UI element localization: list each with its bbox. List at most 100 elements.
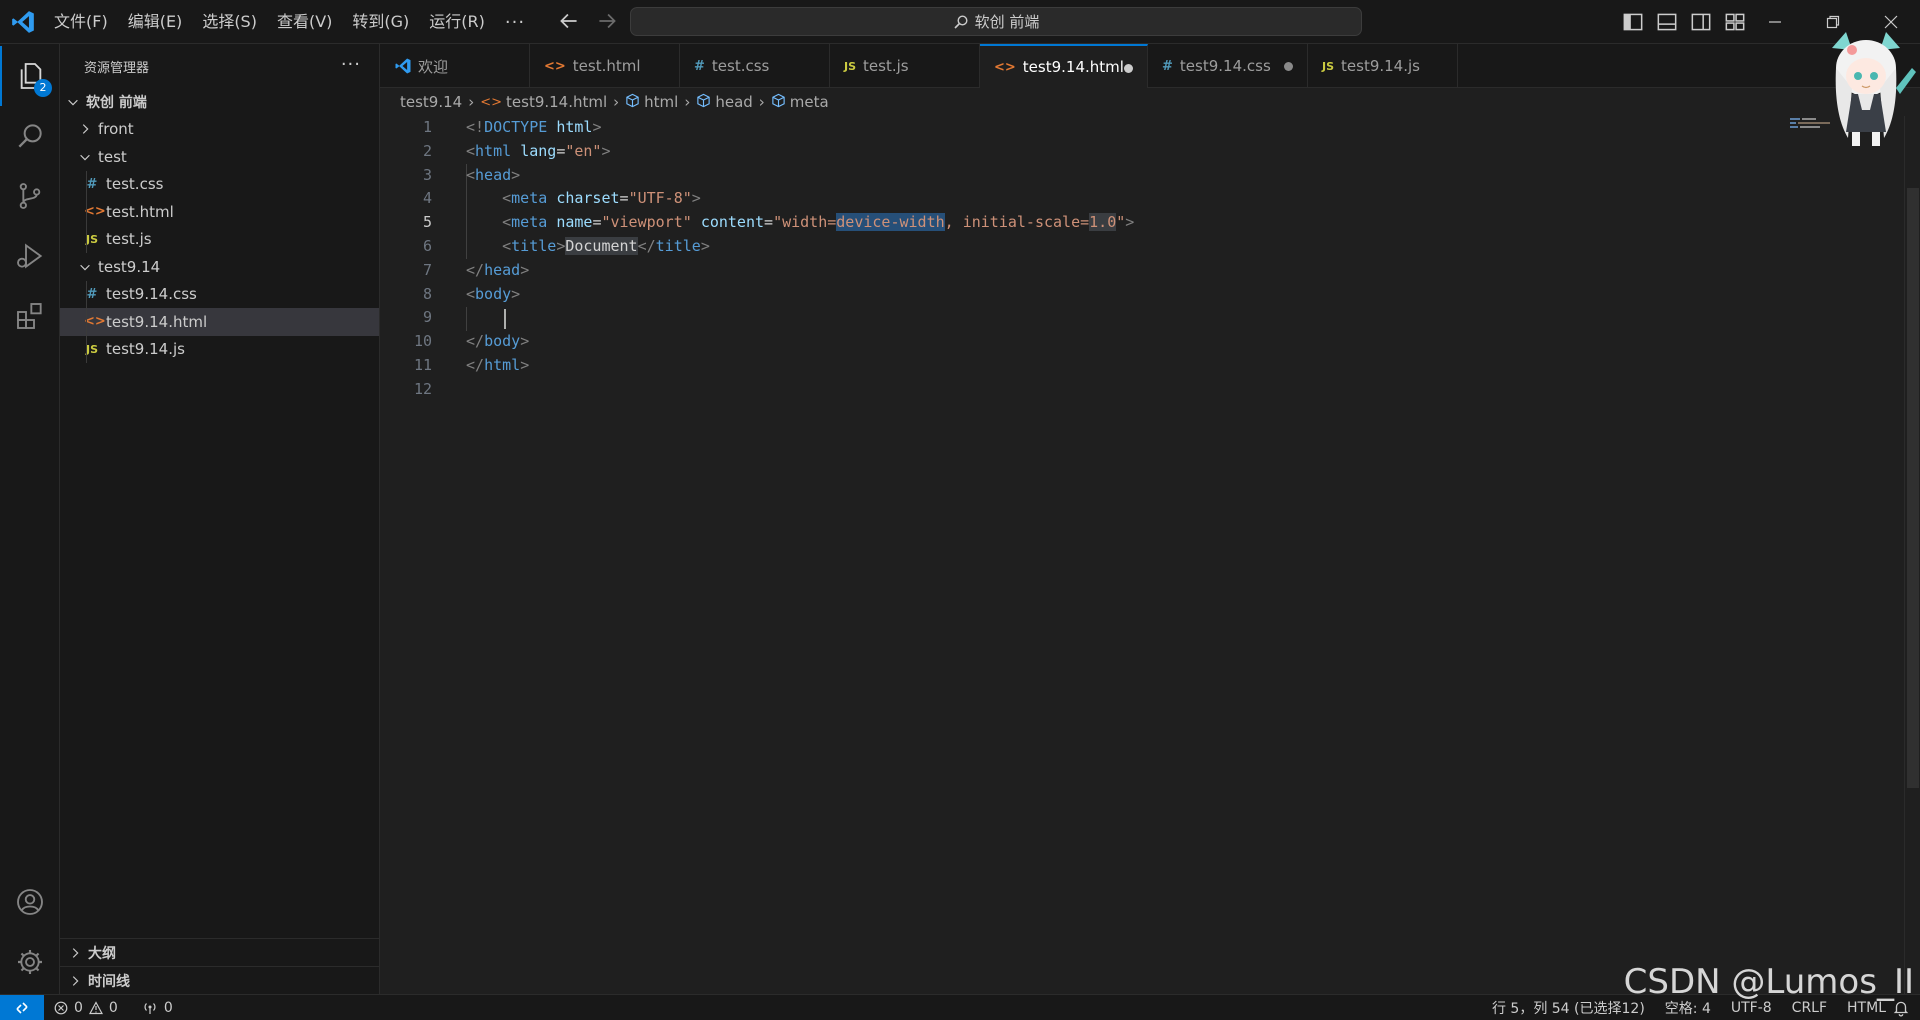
vscode-logo-icon[interactable]: [10, 9, 36, 35]
scrollbar-thumb[interactable]: [1907, 188, 1919, 788]
menu-item[interactable]: 编辑(E): [118, 7, 193, 37]
activity-explorer[interactable]: 2: [0, 46, 60, 106]
editor-tab[interactable]: # test.css: [680, 44, 830, 88]
activity-run-debug[interactable]: [0, 226, 60, 286]
code-token: <: [466, 141, 476, 160]
file-encoding[interactable]: UTF-8: [1731, 1000, 1772, 1016]
minimize-button[interactable]: [1746, 0, 1804, 44]
editor-tab[interactable]: # test9.14.css: [1148, 44, 1308, 88]
code-token: >: [1125, 213, 1135, 232]
editor-tab[interactable]: JS test9.14.js: [1308, 44, 1458, 88]
code-line[interactable]: 9: [380, 306, 1880, 330]
tree-file[interactable]: # test9.14.css: [60, 280, 379, 308]
editor-scrollbar[interactable]: [1904, 116, 1920, 994]
code-text: <!DOCTYPE html>: [466, 116, 601, 140]
code-token: body: [484, 332, 521, 351]
editor-tab[interactable]: 欢迎: [380, 44, 530, 88]
code-line[interactable]: 1 <!DOCTYPE html>: [380, 116, 1880, 140]
code-text: <html lang="en">: [466, 140, 611, 164]
tree-item-label: front: [98, 120, 134, 139]
customize-layout-icon[interactable]: [1722, 9, 1748, 35]
symbol-element-icon: [696, 93, 711, 112]
back-arrow-icon[interactable]: [556, 8, 582, 34]
cursor-position[interactable]: 行 5，列 54 (已选择12): [1492, 998, 1645, 1018]
remote-indicator-button[interactable]: [0, 995, 44, 1020]
menu-more-button[interactable]: ···: [495, 12, 535, 33]
unsaved-dot-icon[interactable]: [1284, 62, 1293, 71]
menu-item[interactable]: 转到(G): [342, 7, 419, 37]
code-line[interactable]: 2 <html lang="en">: [380, 140, 1880, 164]
error-count: 0: [74, 1000, 83, 1016]
outline-label: 大纲: [88, 945, 116, 962]
code-line[interactable]: 5 <meta name="viewport" content="width=d…: [380, 211, 1880, 235]
code-line[interactable]: 7 </head>: [380, 259, 1880, 283]
sidebar-header: 资源管理器 ···: [60, 44, 379, 88]
tab-label: test9.14.html: [1022, 58, 1124, 76]
code-line[interactable]: 4 <meta charset="UTF-8">: [380, 187, 1880, 211]
end-of-line[interactable]: CRLF: [1792, 1000, 1827, 1016]
code-line[interactable]: 10 </body>: [380, 330, 1880, 354]
js-file-icon: JS: [844, 59, 857, 73]
code-token: html: [475, 141, 512, 160]
tree-file[interactable]: JS test.js: [60, 225, 379, 253]
activity-accounts[interactable]: [0, 872, 60, 932]
code-token: lang: [520, 141, 557, 160]
tree-file[interactable]: # test.css: [60, 170, 379, 198]
code-token: <: [502, 189, 512, 208]
tree-file[interactable]: <> test9.14.html: [60, 308, 379, 336]
menu-item[interactable]: 查看(V): [267, 7, 342, 37]
workspace-root-folder[interactable]: 软创 前端: [60, 88, 379, 116]
code-line[interactable]: 8 <body>: [380, 283, 1880, 307]
status-problems[interactable]: 0 0 0: [54, 995, 173, 1020]
tree-folder[interactable]: test9.14: [60, 253, 379, 281]
code-token: >: [601, 141, 611, 160]
code-text: <meta name="viewport" content="width=dev…: [466, 211, 1134, 235]
editor-tab[interactable]: <> test9.14.html: [980, 44, 1148, 88]
tree-file[interactable]: JS test9.14.js: [60, 335, 379, 363]
activity-manage[interactable]: [0, 932, 60, 992]
code-line[interactable]: 6 <title>Document</title>: [380, 235, 1880, 259]
menu-item[interactable]: 运行(R): [419, 7, 495, 37]
html-file-icon: <>: [480, 94, 503, 110]
toggle-secondary-sidebar-icon[interactable]: [1688, 9, 1714, 35]
unsaved-dot-icon[interactable]: [1124, 64, 1133, 73]
line-number: 8: [422, 284, 432, 303]
breadcrumb-symbol[interactable]: meta: [790, 93, 829, 111]
toggle-primary-sidebar-icon[interactable]: [1620, 9, 1646, 35]
tab-label: test.js: [863, 57, 909, 75]
chevron-right-icon: ›: [758, 93, 765, 111]
code-line[interactable]: 11 </html>: [380, 354, 1880, 378]
code-line[interactable]: 3 <head>: [380, 164, 1880, 188]
code-editor[interactable]: 1 <!DOCTYPE html> 2 <html lang="en"> 3 <head>…: [380, 116, 1904, 994]
symbol-element-icon: [771, 93, 786, 112]
code-text: <head>: [466, 164, 520, 188]
breadcrumb-symbol[interactable]: html: [644, 93, 678, 111]
code-line[interactable]: 12: [380, 378, 1880, 402]
breadcrumb-folder[interactable]: test9.14: [400, 93, 462, 111]
sidebar-more-button[interactable]: ···: [341, 54, 361, 75]
outline-section[interactable]: 大纲: [60, 938, 380, 966]
breadcrumb-file[interactable]: test9.14.html: [506, 93, 607, 111]
timeline-section[interactable]: 时间线: [60, 966, 380, 994]
tree-file[interactable]: <> test.html: [60, 198, 379, 226]
toggle-panel-icon[interactable]: [1654, 9, 1680, 35]
forward-arrow-icon[interactable]: [594, 8, 620, 34]
activity-search[interactable]: [0, 106, 60, 166]
editor-tab[interactable]: <> test.html: [530, 44, 680, 88]
menu-item[interactable]: 选择(S): [192, 7, 267, 37]
code-token: >: [520, 260, 530, 279]
command-center-search[interactable]: 软创 前端: [630, 7, 1362, 36]
language-mode[interactable]: HTML: [1847, 1000, 1886, 1016]
activity-source-control[interactable]: [0, 166, 60, 226]
minimize-icon: [1769, 21, 1781, 23]
tree-folder[interactable]: test: [60, 143, 379, 171]
explorer-sidebar: 资源管理器 ··· 软创 前端 front test # test.css <> test…: [60, 44, 380, 994]
activity-extensions[interactable]: [0, 286, 60, 346]
code-text: <title>Document</title>: [466, 235, 710, 259]
tree-indent-guide: [86, 170, 87, 198]
menu-item[interactable]: 文件(F): [44, 7, 118, 37]
line-number: 10: [413, 332, 432, 351]
breadcrumb-symbol[interactable]: head: [715, 93, 752, 111]
editor-tab[interactable]: JS test.js: [830, 44, 980, 88]
tree-folder[interactable]: front: [60, 116, 379, 144]
